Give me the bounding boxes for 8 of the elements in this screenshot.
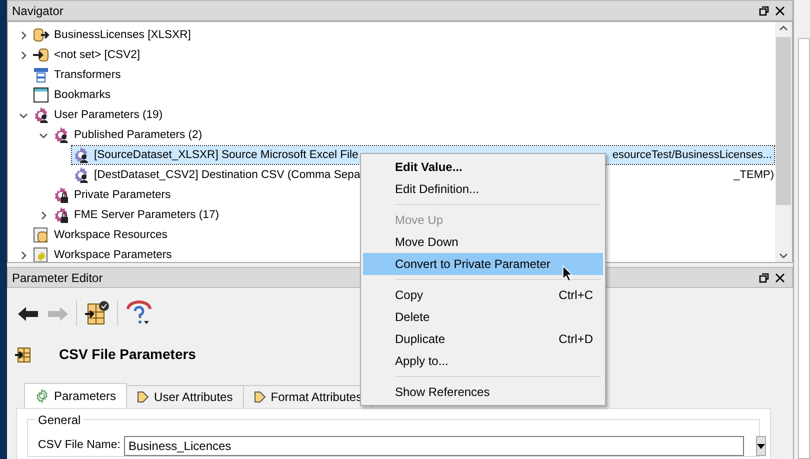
panel-title: Navigator <box>12 2 64 20</box>
panel-title: Parameter Editor <box>12 270 103 286</box>
section-heading: CSV File Parameters <box>59 344 196 364</box>
tree-item-text: _TEMP) <box>734 168 774 183</box>
shortcut-text: Ctrl+D <box>558 331 593 348</box>
shortcut-text: Ctrl+C <box>558 287 593 304</box>
tree-item-text: esourceTest/BusinessLicenses... <box>612 148 772 163</box>
field-label: CSV File Name: <box>38 438 120 454</box>
